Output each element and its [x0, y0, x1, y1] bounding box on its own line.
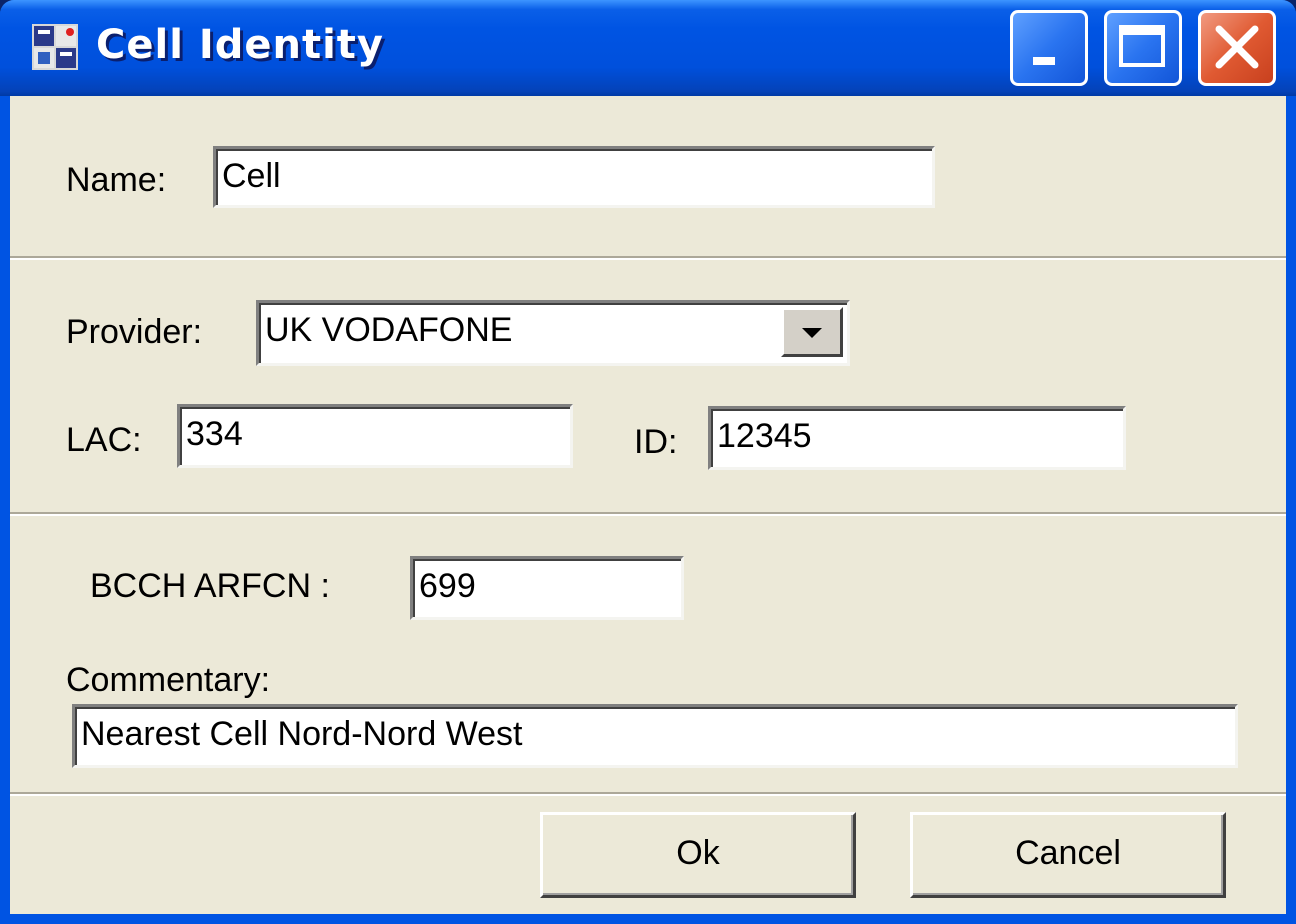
minimize-button[interactable] [1010, 10, 1088, 86]
close-icon [1215, 25, 1259, 69]
cancel-button[interactable]: Cancel [910, 812, 1226, 898]
divider [10, 512, 1286, 516]
id-label: ID: [634, 423, 678, 461]
provider-select[interactable]: UK VODAFONE [256, 300, 850, 366]
provider-dropdown-button[interactable] [781, 307, 843, 357]
minimize-icon [1033, 57, 1055, 65]
close-button[interactable] [1198, 10, 1276, 86]
lac-label: LAC: [66, 421, 142, 459]
divider [10, 256, 1286, 260]
maximize-icon [1119, 25, 1165, 67]
provider-selected-value: UK VODAFONE [265, 311, 513, 349]
commentary-input[interactable]: Nearest Cell Nord-Nord West [72, 704, 1238, 768]
bcch-arfcn-input[interactable]: 699 [410, 556, 684, 620]
dialog-client-area: Name: Cell Provider: UK VODAFONE LAC: 33… [10, 96, 1286, 914]
provider-label: Provider: [66, 313, 203, 351]
name-label: Name: [66, 161, 167, 199]
dialog-window: Cell Identity Name: Cell Provider: UK VO… [0, 0, 1296, 924]
title-bar[interactable]: Cell Identity [0, 0, 1296, 96]
lac-input[interactable]: 334 [177, 404, 573, 468]
name-input[interactable]: Cell [213, 146, 935, 208]
maximize-button[interactable] [1104, 10, 1182, 86]
bcch-arfcn-label: BCCH ARFCN : [90, 567, 330, 605]
app-icon [32, 24, 78, 70]
id-input[interactable]: 12345 [708, 406, 1126, 470]
window-frame-bottom [0, 914, 1296, 924]
ok-button[interactable]: Ok [540, 812, 856, 898]
window-title: Cell Identity [96, 22, 384, 68]
commentary-label: Commentary: [66, 661, 271, 699]
chevron-down-icon [802, 328, 822, 338]
divider [10, 792, 1286, 796]
